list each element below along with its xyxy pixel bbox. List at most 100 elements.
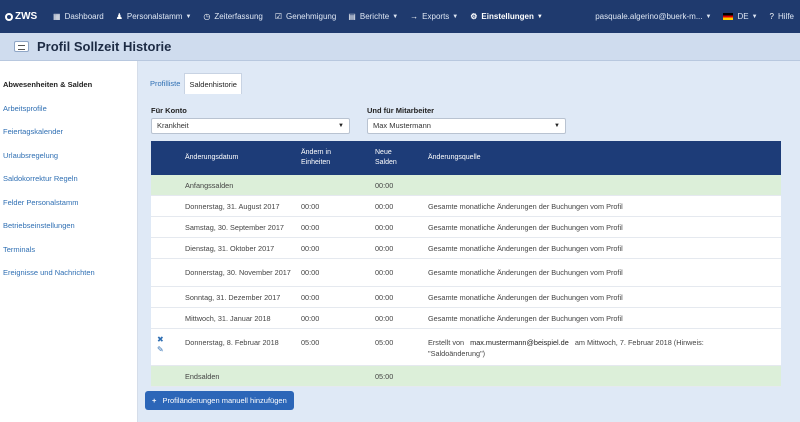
row-source: Gesamte monatliche Änderungen der Buchun… <box>428 243 623 253</box>
user-menu[interactable]: pasquale.algerino@buerk-m... ▼ <box>589 0 717 33</box>
row-balance: 00:00 <box>375 201 394 211</box>
row-balance: 00:00 <box>375 313 394 323</box>
page-title: Profil Sollzeit Historie <box>37 39 172 54</box>
nav-item-einstellungen[interactable]: ⚙ Einstellungen ▼ <box>464 0 549 33</box>
top-navbar: ZWS ▦ Dashboard ♟ Personalstamm ▼ ◷ Zeiterfass… <box>0 0 800 33</box>
nav-right: pasquale.algerino@buerk-m... ▼ DE ▼ ? Hi… <box>589 0 800 33</box>
manual-source: Erstellt von max.mustermann@beispiel.de … <box>428 329 778 365</box>
sidebar-item-5[interactable]: Felder Personalstamm <box>0 197 137 221</box>
row-source: Gesamte monatliche Änderungen der Buchun… <box>428 268 623 277</box>
chevron-down-icon: ▼ <box>185 13 192 20</box>
row-source: Gesamte monatliche Änderungen der Buchun… <box>428 201 623 211</box>
row-date: Dienstag, 31. Oktober 2017 <box>185 243 275 253</box>
sidebar-item-7[interactable]: Terminals <box>0 244 137 268</box>
tab-bar: Profilliste Saldenhistorie <box>146 73 242 94</box>
table-row: Dienstag, 31. Oktober 2017 00:00 00:00 Gesa… <box>151 238 781 259</box>
table-body: Donnerstag, 31. August 2017 00:00 00:00 Ges… <box>151 196 781 329</box>
row-balance: 00:00 <box>375 243 394 253</box>
chevron-down-icon: ▼ <box>452 13 459 20</box>
row-source: Gesamte monatliche Änderungen der Buchun… <box>428 313 623 323</box>
chevron-down-icon: ▼ <box>338 123 344 129</box>
plus-icon: + <box>152 396 157 405</box>
edit-icon[interactable]: ✎ <box>157 345 164 355</box>
table-row: Samstag, 30. September 2017 00:00 00:00 Ges… <box>151 217 781 238</box>
col-change-header: Ändern in Einheiten <box>301 149 331 166</box>
nav-item-label: Berichte <box>359 12 390 21</box>
chevron-down-icon: ▼ <box>536 13 543 20</box>
mitarbeiter-select[interactable]: Max Mustermann ▼ <box>367 118 566 134</box>
end-balance: 05:00 <box>375 371 394 381</box>
chevron-down-icon: ▼ <box>392 13 399 20</box>
user-email: pasquale.algerino@buerk-m... <box>595 12 703 21</box>
source-user-email: max.mustermann@beispiel.de <box>470 338 569 347</box>
tab-saldenhistorie[interactable]: Saldenhistorie <box>184 73 242 94</box>
source-suffix: am Mittwoch, 7. Februar 2018 (Hinweis: <box>574 338 704 347</box>
person-icon: ♟ <box>115 12 123 21</box>
row-source: Gesamte monatliche Änderungen der Buchun… <box>428 292 623 302</box>
nav-item-label: Einstellungen <box>481 12 534 21</box>
help-label: Hilfe <box>777 12 794 21</box>
flag-de-icon <box>723 13 734 20</box>
nav-item-label: Genehmigung <box>286 12 337 21</box>
add-profile-change-button[interactable]: + Profiländerungen manuell hinzufügen <box>145 391 294 410</box>
logo-ring-icon <box>5 12 13 21</box>
row-source: Gesamte monatliche Änderungen der Buchun… <box>428 222 623 232</box>
nav-item-label: Dashboard <box>64 12 104 21</box>
chevron-down-icon: ▼ <box>751 13 758 20</box>
table-row-start: Anfangssalden 00:00 <box>151 175 781 196</box>
manual-change: 05:00 <box>301 338 320 347</box>
tab-profilliste[interactable]: Profilliste <box>146 73 184 94</box>
sidebar-item-0[interactable]: Abwesenheiten & Salden <box>0 79 137 103</box>
row-change: 00:00 <box>301 292 320 302</box>
nav-item-label: Personalstamm <box>126 12 183 21</box>
brand-logo[interactable]: ZWS <box>0 0 47 33</box>
page-header: Profil Sollzeit Historie <box>0 33 800 61</box>
konto-select-value: Krankheit <box>157 121 189 130</box>
manual-date: Donnerstag, 8. Februar 2018 <box>185 338 279 347</box>
delete-icon[interactable]: ✖ <box>157 335 164 345</box>
nav-item-dashboard[interactable]: ▦ Dashboard <box>47 0 110 33</box>
row-date: Donnerstag, 31. August 2017 <box>185 201 280 211</box>
nav-item-genehmigung[interactable]: ☑ Genehmigung <box>269 0 342 33</box>
nav-item-personalstamm[interactable]: ♟ Personalstamm ▼ <box>110 0 198 33</box>
row-date: Samstag, 30. September 2017 <box>185 222 284 232</box>
row-balance: 00:00 <box>375 268 394 277</box>
nav-item-label: Exports <box>422 12 450 21</box>
row-balance: 00:00 <box>375 222 394 232</box>
sidebar-item-4[interactable]: Saldokorrektur Regeln <box>0 173 137 197</box>
row-actions: ✖ ✎ <box>157 335 164 355</box>
table-row-end: Endsalden 05:00 <box>151 366 781 387</box>
mitarbeiter-select-value: Max Mustermann <box>373 121 431 130</box>
nav-item-berichte[interactable]: ▤ Berichte ▼ <box>342 0 404 33</box>
main-content: Profilliste Saldenhistorie Für Konto Kran… <box>138 61 800 422</box>
nav-item-label: Zeiterfassung <box>214 12 263 21</box>
row-date: Donnerstag, 30. November 2017 <box>185 268 291 277</box>
row-change: 00:00 <box>301 222 320 232</box>
col-balance-header: Neue Salden <box>375 149 397 166</box>
sidebar-item-6[interactable]: Betriebseinstellungen <box>0 220 137 244</box>
col-date-header: Änderungsdatum <box>185 154 239 161</box>
sidebar-item-8[interactable]: Ereignisse und Nachrichten <box>0 267 137 291</box>
export-icon: → <box>410 12 419 21</box>
konto-select[interactable]: Krankheit ▼ <box>151 118 350 134</box>
sidebar-item-2[interactable]: Feiertagskalender <box>0 126 137 150</box>
table-row: Donnerstag, 31. August 2017 00:00 00:00 Ges… <box>151 196 781 217</box>
end-label: Endsalden <box>185 371 220 381</box>
nav-item-exports[interactable]: → Exports ▼ <box>404 0 464 33</box>
table-row-manual: ✖ ✎ Donnerstag, 8. Februar 2018 05:00 05… <box>151 329 781 366</box>
sidebar-item-1[interactable]: Arbeitsprofile <box>0 103 137 127</box>
page-header-icon <box>14 41 29 52</box>
grid-icon: ▦ <box>53 12 61 21</box>
row-date: Mittwoch, 31. Januar 2018 <box>185 313 271 323</box>
help-link[interactable]: ? Hilfe <box>764 0 800 33</box>
nav-item-zeiterfassung[interactable]: ◷ Zeiterfassung <box>197 0 268 33</box>
brand-name: ZWS <box>15 11 38 22</box>
chevron-down-icon: ▼ <box>705 13 712 20</box>
chevron-down-icon: ▼ <box>554 123 560 129</box>
row-balance: 00:00 <box>375 292 394 302</box>
sidebar-item-3[interactable]: Urlaubsregelung <box>0 150 137 174</box>
manual-balance: 05:00 <box>375 338 394 347</box>
salden-table: Änderungsdatum Ändern in Einheiten Neue … <box>151 141 781 387</box>
start-label: Anfangssalden <box>185 180 234 190</box>
language-menu[interactable]: DE ▼ <box>717 0 763 33</box>
